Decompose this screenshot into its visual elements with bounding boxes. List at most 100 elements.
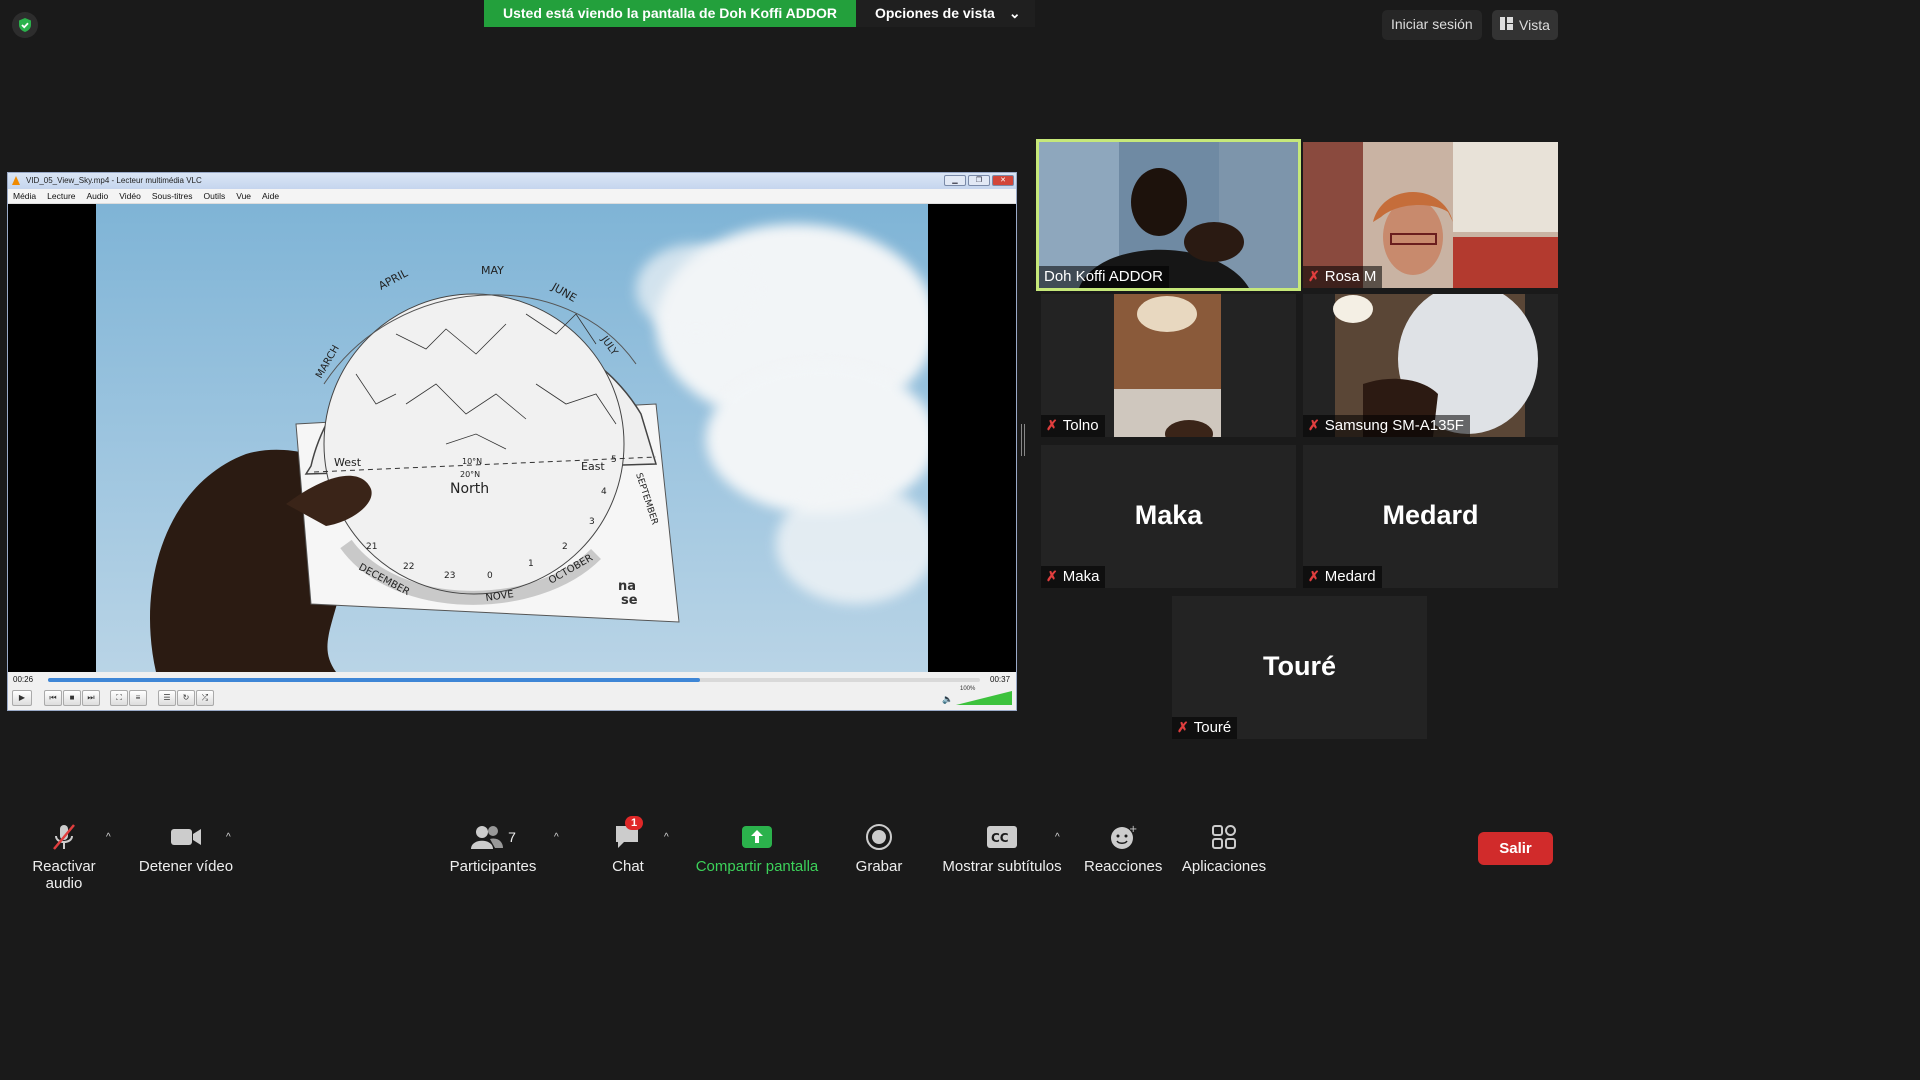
close-icon[interactable]: ✕ [992, 175, 1014, 186]
month-label-june: JUNE [549, 280, 579, 305]
microphone-muted-icon: ✗ [1308, 568, 1320, 584]
participant-name-chip: ✗ Tolno [1041, 415, 1105, 437]
participant-tile-tolno[interactable]: ✗ Tolno [1041, 294, 1296, 437]
vlc-menu-media[interactable]: Média [13, 191, 36, 203]
participant-name: Tolno [1062, 417, 1099, 434]
shuffle-icon[interactable]: ⤮ [196, 690, 214, 706]
participant-tile-toure[interactable]: Touré ✗ Touré [1172, 596, 1427, 739]
shared-screen-vlc-window: VID_05_View_Sky.mp4 - Lecteur multimédia… [7, 172, 1017, 711]
participant-tile-samsung[interactable]: ✗ Samsung SM-A135F [1303, 294, 1558, 437]
participant-name-chip: ✗ Rosa M [1303, 266, 1383, 288]
play-icon[interactable]: ▶ [12, 690, 32, 706]
hour-label-21: 21 [366, 542, 377, 552]
month-label-march: MARCH [314, 343, 342, 380]
chat-unread-badge: 1 [625, 816, 644, 830]
participants-icon: 7 [447, 820, 539, 854]
participants-count: 7 [508, 829, 516, 845]
previous-icon[interactable]: ⏮ [44, 690, 62, 706]
vlc-menu-video[interactable]: Vidéo [119, 191, 141, 203]
next-icon[interactable]: ⏭ [82, 690, 100, 706]
extended-settings-icon[interactable]: ≡ [129, 690, 147, 706]
share-screen-icon [692, 820, 822, 854]
fullscreen-icon[interactable]: ⛶ [110, 690, 128, 706]
planisphere-image: APRIL MAY JUNE JULY MARCH SEPTEMBER DECE… [150, 264, 680, 672]
record-button[interactable]: Grabar [852, 820, 906, 875]
participant-name-chip: ✗ Touré [1172, 717, 1238, 739]
chat-button[interactable]: 1 Chat [605, 816, 651, 875]
latitude-10n-label: 10°N [462, 457, 482, 466]
vlc-menu-tools[interactable]: Outils [203, 191, 225, 203]
svg-text:CC: CC [991, 831, 1009, 845]
security-shield-icon[interactable] [12, 12, 38, 38]
audio-options-caret-icon[interactable]: ^ [106, 832, 111, 843]
hour-label-0: 0 [487, 571, 493, 581]
svg-text:+: + [1129, 824, 1137, 835]
screen-share-banner: Usted está viendo la pantalla de Doh Kof… [484, 0, 1035, 27]
video-options-caret-icon[interactable]: ^ [226, 832, 231, 843]
signin-button[interactable]: Iniciar sesión [1382, 10, 1482, 40]
microphone-muted-icon: ✗ [1308, 268, 1320, 284]
show-captions-button[interactable]: CC Mostrar subtítulos [936, 820, 1068, 875]
participant-display-name: Medard [1382, 500, 1479, 530]
split-divider-handle[interactable] [1021, 424, 1025, 456]
unmute-audio-button[interactable]: Reactivar audio [12, 820, 116, 892]
hour-label-4: 4 [601, 487, 607, 497]
participants-button[interactable]: 7 Participantes [447, 820, 539, 875]
vlc-menu-help[interactable]: Aide [262, 191, 279, 203]
participant-name-chip: ✗ Samsung SM-A135F [1303, 415, 1470, 437]
apps-button[interactable]: Aplicaciones [1180, 820, 1268, 875]
playlist-icon[interactable]: ☰ [158, 690, 176, 706]
participant-tile-maka[interactable]: Maka ✗ Maka [1041, 445, 1296, 588]
restore-icon[interactable]: ❐ [968, 175, 990, 186]
unmute-audio-label: Reactivar audio [32, 858, 96, 892]
participant-name-chip: ✗ Medard [1303, 566, 1382, 588]
microphone-muted-icon: ✗ [1046, 417, 1058, 433]
participant-tile-medard[interactable]: Medard ✗ Medard [1303, 445, 1558, 588]
loop-icon[interactable]: ↻ [177, 690, 195, 706]
seek-bar-fill [48, 678, 701, 682]
chat-bubble-icon: 1 [605, 816, 651, 854]
apps-icon [1180, 820, 1268, 854]
grid-view-icon [1500, 17, 1513, 33]
view-button[interactable]: Vista [1492, 10, 1558, 40]
chat-options-caret-icon[interactable]: ^ [664, 832, 669, 843]
view-label: Vista [1519, 17, 1550, 33]
participant-tile-rosa[interactable]: ✗ Rosa M [1303, 142, 1558, 288]
speaker-icon[interactable]: 🔈 [942, 694, 953, 705]
share-status-text: Usted está viendo la pantalla de Doh Kof… [484, 0, 856, 27]
vlc-menu-subtitles[interactable]: Sous-titres [152, 191, 193, 203]
vlc-menu-lecture[interactable]: Lecture [47, 191, 75, 203]
participant-name-chip: Doh Koffi ADDOR [1039, 266, 1169, 288]
stop-video-button[interactable]: Detener vídeo [136, 820, 236, 875]
record-icon [852, 820, 906, 854]
view-options-button[interactable]: Opciones de vista ⌄ [855, 0, 1035, 27]
participant-name: Samsung SM-A135F [1324, 417, 1464, 434]
vlc-titlebar: VID_05_View_Sky.mp4 - Lecteur multimédia… [8, 173, 1016, 189]
participant-name: Doh Koffi ADDOR [1044, 268, 1163, 285]
east-label: East [581, 460, 605, 473]
share-screen-button[interactable]: Compartir pantalla [692, 820, 822, 875]
month-label-july: JULY [598, 334, 620, 359]
leave-meeting-button[interactable]: Salir [1478, 832, 1553, 865]
vlc-menu-audio[interactable]: Audio [87, 191, 109, 203]
seek-bar[interactable] [48, 678, 980, 682]
reactions-button[interactable]: + Reacciones [1084, 820, 1162, 875]
participant-name: Medard [1324, 568, 1376, 585]
total-time: 00:37 [990, 675, 1011, 684]
microphone-muted-icon: ✗ [1308, 417, 1320, 433]
vlc-menu-view[interactable]: Vue [236, 191, 251, 203]
participants-options-caret-icon[interactable]: ^ [554, 832, 559, 843]
share-screen-label: Compartir pantalla [695, 858, 819, 875]
hour-label-3: 3 [589, 517, 595, 527]
sky-video-frame: APRIL MAY JUNE JULY MARCH SEPTEMBER DECE… [96, 204, 928, 672]
minimize-icon[interactable]: ▁ [944, 175, 966, 186]
participant-tile-doh-koffi[interactable]: Doh Koffi ADDOR [1036, 139, 1301, 291]
captions-options-caret-icon[interactable]: ^ [1055, 832, 1060, 843]
participants-label: Participantes [449, 858, 537, 875]
stop-icon[interactable]: ■ [63, 690, 81, 706]
elapsed-time: 00:26 [13, 675, 34, 684]
volume-slider[interactable] [956, 690, 1014, 706]
west-label: West [334, 456, 362, 469]
hour-label-22: 22 [403, 562, 414, 572]
vlc-video-area[interactable]: APRIL MAY JUNE JULY MARCH SEPTEMBER DECE… [8, 204, 1016, 672]
